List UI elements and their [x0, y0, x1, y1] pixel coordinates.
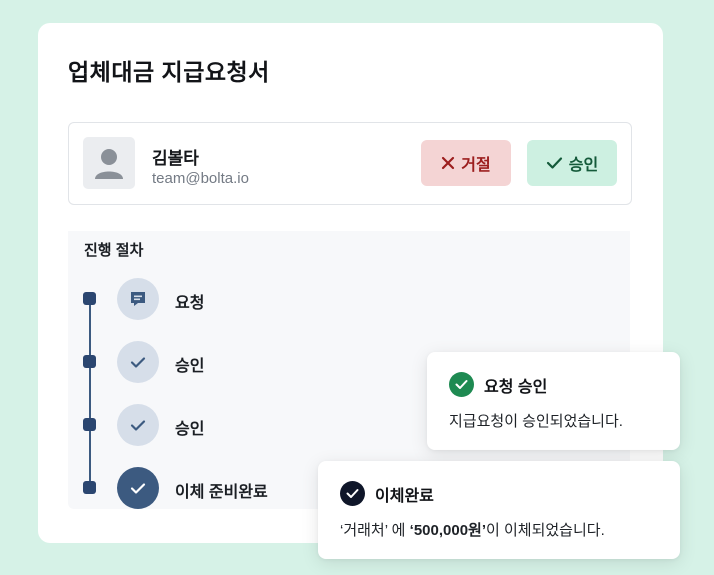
toast-title: 요청 승인 — [484, 378, 548, 396]
close-icon — [441, 156, 455, 170]
approval-toast: 요청 승인 지급요청이 승인되었습니다. — [427, 352, 680, 450]
reject-button[interactable]: 거절 — [421, 140, 511, 186]
transfer-toast: 이체완료 ‘거래처’ 에 ‘500,000원’이 이체되었습니다. — [318, 461, 680, 559]
check-icon — [117, 341, 159, 383]
timeline-line — [89, 299, 91, 487]
timeline-dot — [83, 481, 96, 494]
process-step: 승인 — [68, 403, 368, 447]
page-title: 업체대금 지급요청서 — [68, 59, 270, 85]
approve-label: 승인 — [568, 157, 599, 174]
transfer-amount: ‘500,000원’ — [409, 522, 487, 539]
step-label: 이체 준비완료 — [175, 484, 268, 501]
timeline-dot — [83, 292, 96, 305]
process-step: 요청 — [68, 277, 368, 321]
requester-email: team@bolta.io — [152, 170, 249, 187]
toast-message: ‘거래처’ 에 ‘500,000원’이 이체되었습니다. — [340, 519, 605, 540]
check-circle-icon — [340, 481, 365, 506]
step-label: 승인 — [175, 358, 205, 375]
toast-message: 지급요청이 승인되었습니다. — [449, 413, 623, 430]
requester-panel: 김볼타 team@bolta.io 거절 승인 — [68, 122, 632, 205]
timeline-dot — [83, 418, 96, 431]
toast-message-part: 이 이체되었습니다. — [486, 522, 605, 539]
toast-title: 이체완료 — [375, 487, 434, 505]
person-icon — [83, 137, 135, 189]
reject-label: 거절 — [461, 157, 491, 174]
step-label: 승인 — [175, 421, 205, 438]
approve-button[interactable]: 승인 — [527, 140, 617, 186]
toast-message-part: ‘거래처’ 에 — [340, 522, 410, 539]
process-step: 승인 — [68, 340, 368, 384]
check-icon — [117, 404, 159, 446]
check-circle-icon — [449, 372, 474, 397]
check-icon — [546, 156, 563, 170]
step-label: 요청 — [175, 295, 205, 312]
timeline-dot — [83, 355, 96, 368]
message-icon — [117, 278, 159, 320]
process-title: 진행 절차 — [84, 242, 144, 259]
requester-name: 김볼타 — [152, 149, 199, 168]
check-icon — [117, 467, 159, 509]
